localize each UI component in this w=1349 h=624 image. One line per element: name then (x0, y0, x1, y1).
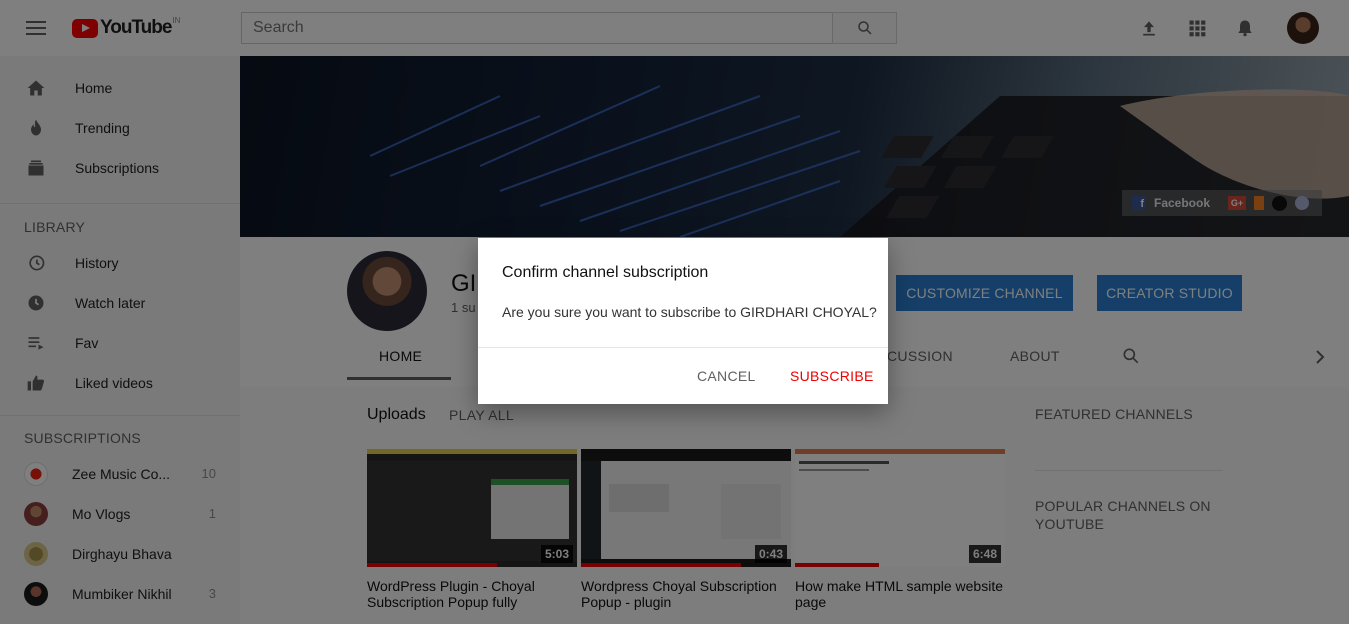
dialog-message: Are you sure you want to subscribe to GI… (502, 304, 877, 320)
cancel-button[interactable]: CANCEL (697, 368, 756, 384)
subscribe-button[interactable]: SUBSCRIBE (790, 368, 874, 384)
dialog-divider (478, 347, 888, 348)
dialog-title: Confirm channel subscription (502, 264, 709, 281)
confirm-subscription-dialog: Confirm channel subscription Are you sur… (478, 238, 888, 404)
